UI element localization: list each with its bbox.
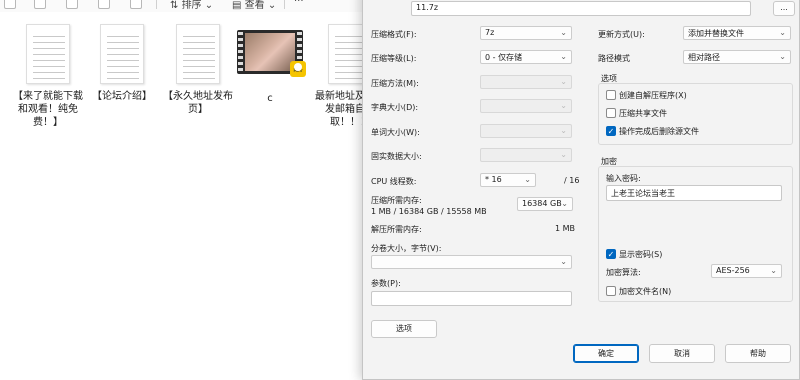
archive-path-value: 11.7z [416, 3, 439, 12]
show-password-label: 显示密码(S) [619, 250, 663, 259]
password-value: 上老王论坛当老王 [611, 189, 675, 198]
file-name: 【永久地址发布页】 [163, 91, 233, 115]
file-name: 【来了就能下载和观看！纯免费！】 [13, 91, 83, 128]
ok-button[interactable]: 确定 [573, 344, 639, 363]
path-mode-select[interactable]: 相对路径 ⌄ [683, 50, 791, 64]
view-label: 查看 [244, 0, 265, 11]
browse-button[interactable]: ... [773, 1, 795, 16]
chevron-down-icon: ⌄ [560, 257, 567, 266]
word-size-label: 单词大小(W): [371, 128, 420, 137]
sfx-label: 创建自解压程序(X) [619, 91, 687, 100]
options-button[interactable]: 选项 [371, 320, 437, 338]
path-mode-value: 相对路径 [688, 53, 720, 62]
help-button[interactable]: 帮助 [725, 344, 791, 363]
sort-button[interactable]: ⇅ 排序 ⌄ [170, 0, 213, 11]
mem-compress-value: 16384 GB [522, 199, 562, 208]
solid-block-select[interactable]: ⌄ [480, 148, 572, 162]
file-item[interactable]: Rev c [232, 24, 308, 105]
encryption-method-label: 加密算法: [606, 268, 641, 277]
update-mode-value: 添加并替换文件 [688, 29, 744, 38]
file-item[interactable]: 【来了就能下载和观看！纯免费！】 [10, 24, 86, 129]
cancel-button[interactable]: 取消 [649, 344, 715, 363]
method-select[interactable]: ⌄ [480, 75, 572, 89]
delete-icon[interactable] [130, 0, 142, 9]
encryption-method-value: AES-256 [716, 266, 750, 275]
toolbar-divider [156, 0, 157, 9]
sfx-checkbox[interactable] [606, 90, 616, 100]
file-name: c [267, 93, 273, 104]
chevron-down-icon: ⌄ [561, 199, 568, 208]
toolbar-divider [284, 0, 285, 9]
method-label: 压缩方法(M): [371, 79, 419, 88]
path-mode-label: 路径模式 [598, 54, 630, 63]
delete-after-label: 操作完成后删除源文件 [619, 127, 699, 136]
update-mode-label: 更新方式(U): [598, 30, 645, 39]
file-item[interactable]: 【论坛介绍】 [84, 24, 160, 103]
mem-compress-detail: 1 MB / 16384 GB / 15558 MB [371, 207, 487, 216]
level-label: 压缩等级(L): [371, 54, 417, 63]
mem-compress-select[interactable]: 16384 GB ⌄ [517, 197, 573, 211]
chevron-down-icon: ⌄ [560, 150, 567, 159]
media-player-badge-icon: Rev [290, 61, 306, 77]
password-label: 输入密码: [606, 174, 641, 183]
encryption-method-select[interactable]: AES-256 ⌄ [711, 264, 782, 278]
chevron-down-icon: ⌄ [770, 266, 777, 275]
word-size-select[interactable]: ⌄ [480, 124, 572, 138]
cpu-threads-max: / 16 [564, 176, 580, 185]
encrypt-names-checkbox[interactable] [606, 286, 616, 296]
text-document-icon [100, 24, 144, 84]
shared-files-checkbox[interactable] [606, 108, 616, 118]
play-icon [294, 63, 302, 71]
params-label: 参数(P): [371, 279, 401, 288]
format-select[interactable]: 7z ⌄ [480, 26, 572, 40]
copy-icon[interactable] [66, 0, 78, 9]
format-label: 压缩格式(F): [371, 30, 417, 39]
chevron-down-icon: ⌄ [560, 101, 567, 110]
dict-size-label: 字典大小(D): [371, 103, 419, 112]
chevron-down-icon: ⌄ [560, 28, 567, 37]
new-icon[interactable] [4, 0, 16, 9]
chevron-down-icon: ⌄ [560, 77, 567, 86]
chevron-down-icon: ⌄ [779, 28, 786, 37]
chevron-down-icon: ⌄ [524, 175, 531, 184]
dict-size-select[interactable]: ⌄ [480, 99, 572, 113]
solid-block-label: 固实数据大小: [371, 152, 422, 161]
chevron-down-icon: ⌄ [560, 52, 567, 61]
update-mode-select[interactable]: 添加并替换文件 ⌄ [683, 26, 791, 40]
archive-path-field[interactable]: 11.7z [411, 1, 751, 16]
mem-compress-label: 压缩所需内存: [371, 196, 422, 205]
split-label: 分卷大小，字节(V): [371, 244, 442, 253]
video-frame [245, 33, 295, 71]
split-size-input[interactable]: ⌄ [371, 255, 572, 269]
password-input[interactable]: 上老王论坛当老王 [606, 185, 782, 201]
text-document-icon [26, 24, 70, 84]
sort-label: 排序 [181, 0, 202, 11]
video-thumbnail: Rev [237, 30, 306, 77]
delete-after-checkbox[interactable]: ✓ [606, 126, 616, 136]
cut-icon[interactable] [34, 0, 46, 9]
file-name: 【论坛介绍】 [92, 91, 152, 102]
more-options-button[interactable]: ··· [294, 0, 304, 7]
cpu-threads-label: CPU 线程数: [371, 177, 417, 186]
level-value: 0 - 仅存储 [485, 53, 523, 62]
show-password-checkbox[interactable]: ✓ [606, 249, 616, 259]
mem-decompress-value: 1 MB [555, 224, 576, 233]
chevron-down-icon: ⌄ [560, 126, 567, 135]
params-input[interactable] [371, 291, 572, 306]
chevron-down-icon: ⌄ [779, 52, 786, 61]
encrypt-names-label: 加密文件名(N) [619, 287, 672, 296]
cpu-threads-value: * 16 [485, 175, 502, 184]
view-button[interactable]: ▤ 查看 ⌄ [232, 0, 276, 11]
paste-icon[interactable] [98, 0, 110, 9]
add-to-archive-dialog: 11.7z ... 压缩格式(F): 7z ⌄ 压缩等级(L): 0 - 仅存储… [362, 0, 800, 380]
film-strip-perforations [238, 32, 243, 72]
format-value: 7z [485, 28, 495, 37]
text-document-icon [176, 24, 220, 84]
shared-files-label: 压缩共享文件 [619, 109, 667, 118]
level-select[interactable]: 0 - 仅存储 ⌄ [480, 50, 572, 64]
file-item[interactable]: 【永久地址发布页】 [160, 24, 236, 116]
cpu-threads-select[interactable]: * 16 ⌄ [480, 173, 536, 187]
cpu-threads-number: 16 [491, 175, 502, 184]
mem-decompress-label: 解压所需内存: [371, 225, 422, 234]
